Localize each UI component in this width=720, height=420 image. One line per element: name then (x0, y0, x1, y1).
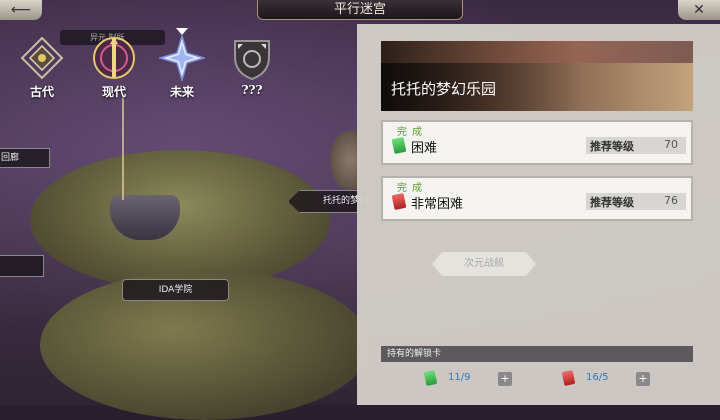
difficulty-very-hard[interactable]: 完成 非常困难 推荐等级 76 (381, 176, 693, 221)
add-red-ticket-button[interactable]: + (636, 372, 650, 386)
map-label-ida-academy[interactable]: IDA学院 (122, 279, 229, 301)
recommended-level-value: 76 (664, 194, 678, 207)
difficulty-name: 困难 (411, 141, 438, 156)
back-button[interactable]: ⟵ (0, 0, 42, 20)
close-button[interactable]: ✕ (678, 0, 720, 20)
status-badge: 完成 (397, 127, 427, 138)
red-ticket-count: 16/5 (586, 372, 609, 383)
map-label-toto-dreamland[interactable]: 托托的梦幻 (288, 190, 368, 213)
add-green-ticket-button[interactable]: + (498, 372, 512, 386)
map-path-line (122, 95, 124, 200)
modern-emblem-icon (91, 35, 137, 81)
era-tab-modern[interactable]: 现代 (84, 35, 144, 100)
floating-island-main (30, 150, 330, 290)
dimension-battleship-button[interactable]: 次元战舰 (432, 252, 536, 276)
green-ticket-count: 11/9 (448, 372, 471, 383)
stage-detail-panel: 托托的梦幻乐园 完成 困难 推荐等级 70 完成 非常困难 推荐等级 76 次元… (357, 24, 720, 405)
held-unlock-cards-header: 持有的解锁卡 (381, 346, 693, 362)
unknown-emblem-icon (229, 35, 275, 81)
map-label-unnamed[interactable] (0, 255, 44, 277)
red-ticket-icon (561, 370, 576, 386)
recommended-level-value: 70 (664, 138, 678, 151)
era-label-future: 未来 (169, 85, 194, 99)
future-emblem-icon (159, 35, 205, 81)
back-arrow-icon: ⟵ (10, 2, 32, 18)
difficulty-name: 非常困难 (411, 197, 464, 212)
difficulty-hard[interactable]: 完成 困难 推荐等级 70 (381, 120, 693, 165)
era-tab-future[interactable]: 未来 (152, 35, 212, 100)
green-ticket-icon (391, 136, 407, 155)
stage-banner: 托托的梦幻乐园 (381, 41, 693, 111)
era-label-unknown: ??? (241, 83, 263, 97)
era-label-modern: 现代 (101, 85, 126, 99)
recommended-level-label: 推荐等级 (590, 196, 634, 209)
top-bar: ⟵ 平行迷宫 ✕ (0, 0, 720, 20)
status-badge: 完成 (397, 183, 427, 194)
ancient-emblem-icon (19, 35, 65, 81)
recommended-level: 推荐等级 70 (586, 137, 686, 154)
map-label-huilang[interactable]: 回廊 (0, 148, 50, 168)
era-tab-ancient[interactable]: 古代 (12, 35, 72, 100)
era-tab-unknown[interactable]: ??? (222, 35, 282, 97)
recommended-level: 推荐等级 76 (586, 193, 686, 210)
page-title: 平行迷宫 (257, 0, 463, 20)
selected-era-indicator-icon (176, 28, 188, 35)
stage-title: 托托的梦幻乐园 (391, 80, 497, 98)
recommended-level-label: 推荐等级 (590, 140, 634, 153)
green-ticket-icon (423, 370, 438, 386)
red-ticket-icon (391, 192, 407, 211)
era-label-ancient: 古代 (29, 85, 54, 99)
close-icon: ✕ (693, 2, 705, 18)
